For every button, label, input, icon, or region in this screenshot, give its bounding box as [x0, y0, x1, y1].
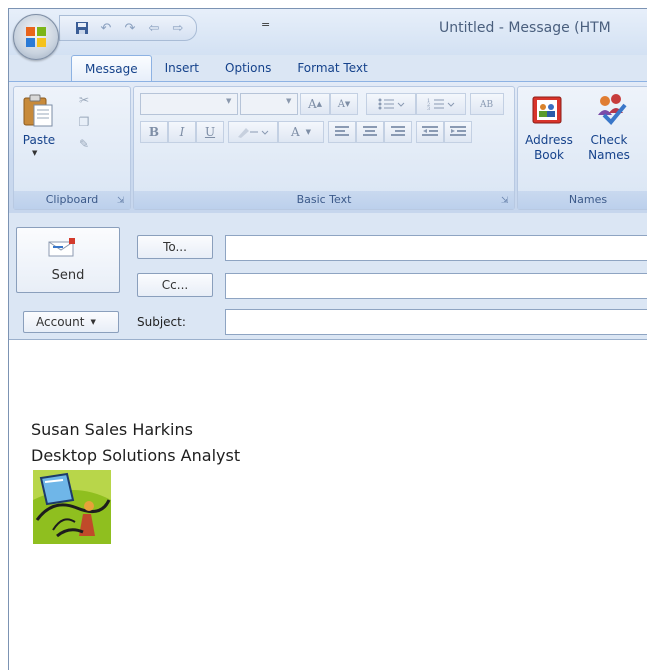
previous-icon[interactable]: ⇦ — [144, 19, 164, 37]
highlight-icon — [238, 128, 269, 138]
align-right-icon — [391, 126, 405, 136]
customize-qat-icon[interactable]: = — [261, 18, 270, 31]
shrink-font-button[interactable]: A ▼ — [330, 93, 358, 115]
paste-button[interactable]: Paste — [18, 133, 60, 147]
decrease-indent-icon — [422, 126, 438, 136]
tab-insert[interactable]: Insert — [152, 55, 212, 81]
grow-font-button[interactable]: A ▲ — [300, 93, 330, 115]
font-size-dropdown-icon[interactable]: ▼ — [286, 97, 291, 105]
message-body[interactable]: Susan Sales Harkins Desktop Solutions An… — [9, 339, 647, 670]
signature-name: Susan Sales Harkins — [31, 420, 193, 439]
align-left-icon — [335, 126, 349, 136]
align-center-icon — [363, 126, 377, 136]
clipboard-group: Paste ▼ ✂ ❐ ✎ Clipboard ⇲ — [13, 86, 131, 210]
address-book-button[interactable]: Address Book — [522, 133, 576, 163]
signature-title: Desktop Solutions Analyst — [31, 446, 241, 465]
names-group: Address Book Check Names Names — [517, 86, 647, 210]
ribbon-tabs: Message Insert Options Format Text — [71, 55, 381, 82]
decrease-indent-button[interactable] — [416, 121, 444, 143]
basic-text-group: ▼ ▼ A ▲ A ▼ 123 AB B I U A ▼ Basic Text … — [133, 86, 515, 210]
align-left-button[interactable] — [328, 121, 356, 143]
font-name-dropdown-icon[interactable]: ▼ — [226, 97, 231, 105]
cc-field[interactable] — [225, 273, 647, 299]
clipboard-launcher-icon[interactable]: ⇲ — [117, 196, 127, 206]
subject-label: Subject: — [137, 315, 186, 329]
paste-icon[interactable] — [22, 93, 54, 127]
account-button[interactable]: Account ▼ — [23, 311, 119, 333]
send-button[interactable]: Send — [16, 227, 120, 293]
basic-text-group-label: Basic Text — [134, 191, 514, 209]
italic-button[interactable]: I — [168, 121, 196, 143]
font-color-button[interactable]: A ▼ — [278, 121, 324, 143]
next-icon[interactable]: ⇨ — [168, 19, 188, 37]
format-painter-icon[interactable]: ✎ — [74, 135, 94, 153]
tab-message[interactable]: Message — [71, 55, 152, 82]
cc-button[interactable]: Cc... — [137, 273, 213, 297]
signature-logo-image — [33, 470, 111, 544]
styles-icon: AB — [479, 100, 493, 110]
font-name-combo[interactable] — [140, 93, 238, 115]
numbering-icon: 123 — [427, 98, 455, 111]
bold-button[interactable]: B — [140, 121, 168, 143]
office-button[interactable] — [13, 14, 59, 60]
cut-icon[interactable]: ✂ — [74, 91, 94, 109]
styles-button[interactable]: AB — [470, 93, 504, 115]
bullets-button[interactable] — [366, 93, 416, 115]
underline-button[interactable]: U — [196, 121, 224, 143]
clipboard-group-label: Clipboard — [14, 191, 130, 209]
numbering-button[interactable]: 123 — [416, 93, 466, 115]
names-group-label: Names — [518, 191, 647, 209]
to-button[interactable]: To... — [137, 235, 213, 259]
check-names-icon[interactable] — [594, 91, 628, 125]
send-label: Send — [51, 268, 85, 283]
align-center-button[interactable] — [356, 121, 384, 143]
basic-text-launcher-icon[interactable]: ⇲ — [501, 196, 511, 206]
paste-dropdown-icon[interactable]: ▼ — [32, 149, 37, 157]
font-color-dropdown-icon: ▼ — [305, 128, 312, 136]
check-names-button[interactable]: Check Names — [582, 133, 636, 163]
undo-icon[interactable]: ↶ — [96, 19, 116, 37]
address-book-icon[interactable] — [530, 93, 564, 127]
office-logo-icon — [26, 27, 46, 47]
tab-format-text[interactable]: Format Text — [284, 55, 380, 81]
message-window: ↶ ↷ ⇦ ⇨ = Untitled - Message (HTM Messag… — [8, 8, 647, 670]
increase-indent-icon — [450, 126, 466, 136]
svg-text:3: 3 — [427, 106, 430, 111]
compose-header: Send To... Cc... Account ▼ Subject: — [9, 213, 647, 339]
window-title: Untitled - Message (HTM — [439, 20, 611, 36]
copy-icon[interactable]: ❐ — [74, 113, 94, 131]
send-icon — [48, 238, 75, 257]
svg-text:AB: AB — [479, 100, 493, 110]
align-right-button[interactable] — [384, 121, 412, 143]
increase-indent-button[interactable] — [444, 121, 472, 143]
save-icon[interactable] — [72, 19, 92, 37]
bullets-icon — [378, 98, 405, 110]
redo-icon[interactable]: ↷ — [120, 19, 140, 37]
tab-options[interactable]: Options — [212, 55, 284, 81]
to-field[interactable] — [225, 235, 647, 261]
account-dropdown-icon: ▼ — [90, 318, 96, 326]
title-bar: ↶ ↷ ⇦ ⇨ = Untitled - Message (HTM — [9, 9, 647, 60]
ribbon: Paste ▼ ✂ ❐ ✎ Clipboard ⇲ ▼ ▼ A ▲ A ▼ 123 — [9, 81, 647, 215]
highlight-button[interactable] — [228, 121, 278, 143]
subject-field[interactable] — [225, 309, 647, 335]
quick-access-toolbar: ↶ ↷ ⇦ ⇨ — [59, 15, 197, 41]
